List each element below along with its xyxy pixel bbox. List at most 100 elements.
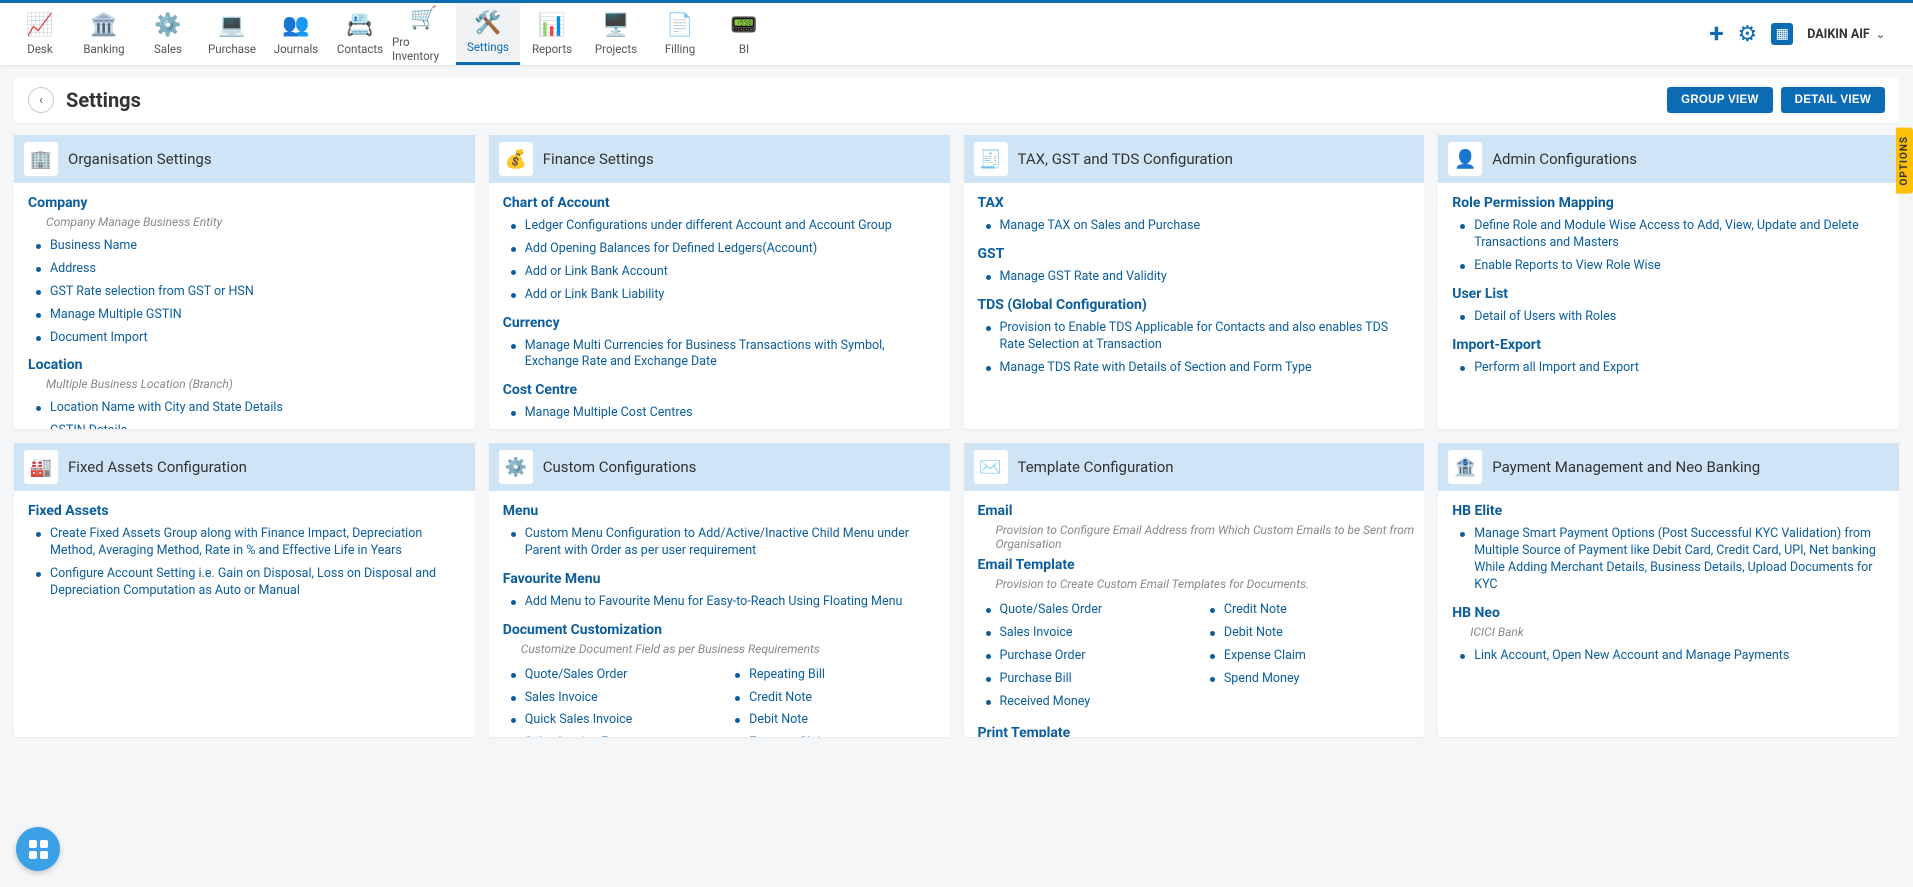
group-view-button[interactable]: GROUP VIEW [1667, 87, 1773, 113]
section-item[interactable]: Add or Link Bank Liability [507, 284, 942, 307]
nav-items-container: 📈 Desk🏛️ Banking⚙️ Sales💻 Purchase👥 Jour… [8, 3, 776, 65]
section-title[interactable]: Email Template [978, 557, 1417, 573]
section-item[interactable]: Business Name [32, 235, 467, 258]
section-item[interactable]: Add Opening Balances for Defined Ledgers… [507, 238, 942, 261]
top-right-tools: + ⚙ ▦ DAIKIN AIF ⌄ [1709, 19, 1905, 49]
section-item[interactable]: Manage Multiple GSTIN [32, 304, 467, 327]
card-body: EmailProvision to Configure Email Addres… [964, 491, 1425, 737]
section-title[interactable]: HB Elite [1452, 503, 1891, 519]
card-custom: ⚙️ Custom ConfigurationsMenuCustom Menu … [489, 443, 950, 737]
section-item[interactable]: Custom Menu Configuration to Add/Active/… [507, 523, 942, 563]
section-item[interactable]: Sales Invoice [982, 622, 1192, 645]
add-icon[interactable]: + [1709, 19, 1723, 49]
section-item[interactable]: Manage GST Rate and Validity [982, 266, 1417, 289]
section-item[interactable]: Debit Note [1206, 622, 1416, 645]
section-item[interactable]: Credit Note [731, 687, 941, 710]
section-title[interactable]: Currency [503, 315, 942, 331]
section-title[interactable]: Location [28, 357, 467, 373]
section-title[interactable]: Print Template [978, 725, 1417, 737]
section-item[interactable]: Manage TAX on Sales and Purchase [982, 215, 1417, 238]
nav-icon: 📟 [730, 13, 757, 38]
section-item[interactable]: GSTIN Details [32, 420, 467, 429]
card-body: Company Company Manage Business Entity Bus… [14, 183, 475, 429]
card-icon: 👤 [1448, 142, 1482, 176]
section-item[interactable]: Address [32, 258, 467, 281]
section-item[interactable]: Debit Note [731, 709, 941, 732]
section-item[interactable]: Add or Link Bank Account [507, 261, 942, 284]
section-title[interactable]: Fixed Assets [28, 503, 467, 519]
section-title[interactable]: User List [1452, 286, 1891, 302]
section-item[interactable]: Quote/Sales Order [507, 664, 717, 687]
section-title[interactable]: HB Neo [1452, 605, 1891, 621]
section-item[interactable]: Perform all Import and Export [1456, 357, 1891, 380]
section-item[interactable]: Expense Claim [1206, 645, 1416, 668]
section-title[interactable]: Menu [503, 503, 942, 519]
page-title: Settings [66, 88, 141, 112]
section-item[interactable]: Credit Note [1206, 599, 1416, 622]
section-item[interactable]: Quote/Sales Order [982, 599, 1192, 622]
section-item[interactable]: Link Account, Open New Account and Manag… [1456, 645, 1891, 668]
section-title[interactable]: Email [978, 503, 1417, 519]
section-item[interactable]: Provision to Enable TDS Applicable for C… [982, 317, 1417, 357]
section-item[interactable]: Ledger Configurations under different Ac… [507, 215, 942, 238]
section-title[interactable]: Import-Export [1452, 337, 1891, 353]
section-item[interactable]: Received Money [982, 691, 1192, 714]
floating-apps-button[interactable] [16, 827, 60, 871]
section-title[interactable]: Document Customization [503, 622, 942, 638]
section-item[interactable]: Quick Sales Invoice [507, 709, 717, 732]
page-header: ‹ Settings GROUP VIEW DETAIL VIEW [14, 77, 1899, 123]
nav-item-banking[interactable]: 🏛️ Banking [72, 3, 136, 65]
section-title[interactable]: Company [28, 195, 467, 211]
card-admin: 👤 Admin ConfigurationsRole Permission Ma… [1438, 135, 1899, 429]
nav-item-projects[interactable]: 🖥️ Projects [584, 3, 648, 65]
section-item[interactable]: Enable Reports to View Role Wise [1456, 255, 1891, 278]
card-icon: 🏭 [24, 450, 58, 484]
section-item[interactable]: Sales Invoice Export [507, 732, 717, 737]
section-item[interactable]: Purchase Bill [982, 668, 1192, 691]
nav-item-purchase[interactable]: 💻 Purchase [200, 3, 264, 65]
section-item[interactable]: Purchase Order [982, 645, 1192, 668]
section-item[interactable]: Document Import [32, 327, 467, 350]
nav-icon: 🛒 [410, 6, 437, 31]
section-item[interactable]: Sales Invoice [507, 687, 717, 710]
user-dropdown[interactable]: DAIKIN AIF ⌄ [1807, 27, 1885, 42]
nav-item-bi[interactable]: 📟 BI [712, 3, 776, 65]
nav-item-filling[interactable]: 📄 Filling [648, 3, 712, 65]
chevron-down-icon: ⌄ [1876, 28, 1885, 41]
settings-gear-icon[interactable]: ⚙ [1738, 22, 1758, 47]
section-desc: Company Manage Business Entity [46, 215, 467, 229]
section-item[interactable]: Location Name with City and State Detail… [32, 397, 467, 420]
section-item[interactable]: Define Role and Module Wise Access to Ad… [1456, 215, 1891, 255]
options-side-tab[interactable]: OPTIONS [1896, 128, 1913, 194]
section-title[interactable]: GST [978, 246, 1417, 262]
section-item[interactable]: Configure Account Setting i.e. Gain on D… [32, 563, 467, 603]
section-item[interactable]: Create Fixed Assets Group along with Fin… [32, 523, 467, 563]
section-item[interactable]: Expense Claim [731, 732, 941, 737]
section-title[interactable]: TDS (Global Configuration) [978, 297, 1417, 313]
section-item[interactable]: Add Menu to Favourite Menu for Easy-to-R… [507, 591, 942, 614]
apps-grid-icon[interactable]: ▦ [1771, 23, 1793, 45]
section-item[interactable]: Repeating Bill [731, 664, 941, 687]
section-item[interactable]: GST Rate selection from GST or HSN [32, 281, 467, 304]
nav-item-desk[interactable]: 📈 Desk [8, 3, 72, 65]
nav-item-reports[interactable]: 📊 Reports [520, 3, 584, 65]
nav-item-contacts[interactable]: 📇 Contacts [328, 3, 392, 65]
back-button[interactable]: ‹ [28, 87, 54, 113]
nav-item-pro-inventory[interactable]: 🛒 Pro Inventory [392, 3, 456, 65]
nav-item-sales[interactable]: ⚙️ Sales [136, 3, 200, 65]
section-item[interactable]: Manage TDS Rate with Details of Section … [982, 357, 1417, 380]
section-title[interactable]: Chart of Account [503, 195, 942, 211]
section-item[interactable]: Manage Multi Currencies for Business Tra… [507, 335, 942, 375]
section-item[interactable]: Manage Smart Payment Options (Post Succe… [1456, 523, 1891, 597]
section-item[interactable]: Manage Multiple Cost Centres [507, 402, 942, 425]
nav-item-settings[interactable]: 🛠️ Settings [456, 3, 520, 65]
section-title[interactable]: TAX [978, 195, 1417, 211]
section-item[interactable]: Detail of Users with Roles [1456, 306, 1891, 329]
nav-item-journals[interactable]: 👥 Journals [264, 3, 328, 65]
card-pay: 🏦 Payment Management and Neo BankingHB E… [1438, 443, 1899, 737]
section-title[interactable]: Cost Centre [503, 382, 942, 398]
section-title[interactable]: Favourite Menu [503, 571, 942, 587]
detail-view-button[interactable]: DETAIL VIEW [1781, 87, 1885, 113]
section-item[interactable]: Spend Money [1206, 668, 1416, 691]
section-title[interactable]: Role Permission Mapping [1452, 195, 1891, 211]
